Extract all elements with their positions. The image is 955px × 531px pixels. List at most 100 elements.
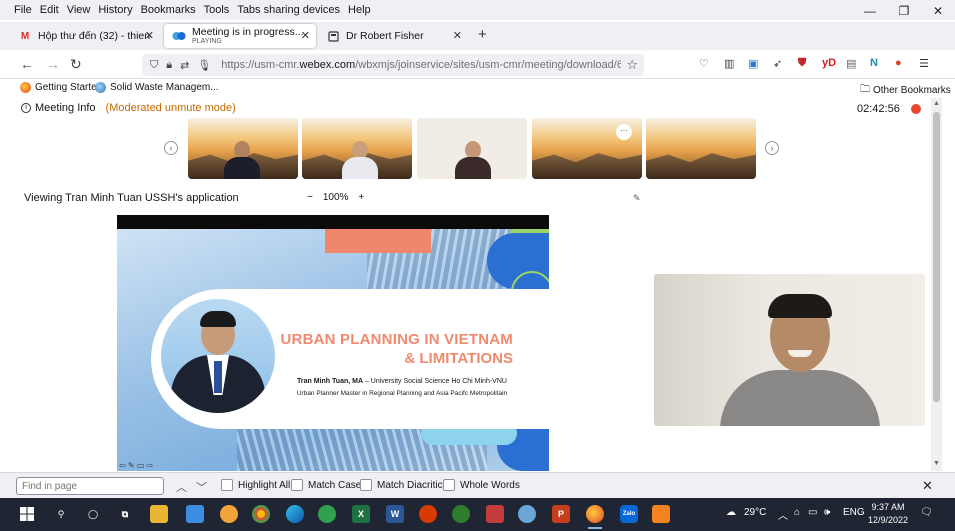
bookmark-solid-waste[interactable]: Solid Waste Managem... (95, 82, 219, 93)
menu-icon[interactable]: ☰ (919, 57, 929, 70)
chevron-right-icon[interactable]: › (765, 141, 779, 155)
microphone-icon[interactable]: 🎙︎ (197, 59, 211, 72)
menu-tools[interactable]: Tools (204, 4, 230, 16)
app-icon[interactable] (452, 505, 470, 523)
participant-video[interactable] (302, 118, 412, 179)
ext-red-icon[interactable]: ● (895, 57, 902, 69)
url-text[interactable]: https://usm-cmr.webex.com/wbxmjs/joinser… (221, 59, 621, 71)
chrome-icon[interactable] (252, 505, 270, 523)
taskbar: ⚲ ◯ ⧉ X W P Zalo ☁ 29°C ︿ ⌂ ▭ 🕪︎ ENG 9:3… (0, 498, 955, 531)
menu-file[interactable]: File (14, 4, 32, 16)
task-view-icon[interactable]: ⧉ (116, 505, 134, 523)
menu-bookmarks[interactable]: Bookmarks (141, 4, 196, 16)
app-icon[interactable] (486, 505, 504, 523)
language-indicator[interactable]: ENG (843, 507, 865, 518)
clock-date: 12/9/2022 (868, 515, 909, 525)
participant-video[interactable] (417, 118, 527, 179)
match-case-checkbox[interactable]: Match Case (291, 479, 361, 491)
edge-dev-icon[interactable] (318, 505, 336, 523)
annotate-icon[interactable]: ✎ (633, 193, 641, 204)
yd-icon[interactable]: yD (822, 57, 836, 69)
meeting-info[interactable]: i Meeting Info (Moderated unmute mode) (21, 102, 236, 114)
app-icon[interactable] (220, 505, 238, 523)
recording-icon[interactable] (911, 104, 921, 114)
n-icon[interactable]: N (870, 57, 878, 69)
menu-view[interactable]: View (67, 4, 91, 16)
tab-robert-fisher[interactable]: Dr Robert Fisher ✕ (318, 24, 468, 48)
forward-button[interactable]: → (46, 56, 60, 72)
participant-video[interactable] (646, 118, 756, 179)
bookmark-star-icon[interactable]: ☆ (626, 57, 638, 73)
search-icon[interactable]: ⚲ (52, 505, 70, 523)
menu-history[interactable]: History (98, 4, 132, 16)
ext-bird-icon[interactable]: ➶ (773, 57, 782, 70)
library-icon[interactable]: ▥ (724, 57, 734, 70)
usb-icon[interactable]: ⌂ (794, 507, 800, 518)
store-icon[interactable] (186, 505, 204, 523)
tab-label: Hộp thư đến (32) - thienhuong (38, 30, 150, 42)
excel-icon[interactable]: X (352, 505, 370, 523)
tray-chevron-icon[interactable]: ︿ (778, 507, 788, 522)
firefox-icon[interactable] (586, 505, 604, 529)
windows-start-icon[interactable] (18, 505, 36, 523)
minimize-button[interactable]: — (853, 0, 887, 22)
match-diacritics-checkbox[interactable]: Match Diacritics (360, 479, 448, 491)
participant-video[interactable] (188, 118, 298, 179)
find-input[interactable] (16, 477, 164, 495)
app-icon[interactable] (518, 505, 536, 523)
more-options-icon[interactable]: ··· (616, 124, 632, 140)
tab-webex[interactable]: Meeting is in progress... PLAYING ✕ (164, 24, 316, 48)
ublock-icon[interactable]: ⛊ (798, 57, 806, 70)
zoom-in-button[interactable]: + (358, 192, 364, 203)
pocket-icon[interactable]: ♡ (699, 57, 709, 70)
clock[interactable]: 9:37 AM 12/9/2022 (868, 501, 908, 527)
whole-words-checkbox[interactable]: Whole Words (443, 479, 520, 491)
permissions-icon[interactable]: ⇄ (180, 59, 189, 72)
close-find-icon[interactable]: ✕ (922, 478, 933, 494)
lock-icon[interactable]: 🔒︎ (166, 59, 172, 72)
close-tab-icon[interactable]: ✕ (453, 29, 462, 42)
notifications-icon[interactable]: 🗨︎ (920, 507, 933, 518)
bookmark-getting-started[interactable]: Getting Started (20, 82, 102, 93)
reader-icon[interactable]: ▤ (846, 57, 856, 70)
new-tab-button[interactable]: + (478, 26, 487, 43)
weather-temp[interactable]: 29°C (744, 507, 766, 518)
slide-controls[interactable]: ⇦ ✎ ▭ ⇨ (119, 461, 153, 470)
sidebar-icon[interactable]: ▣ (748, 57, 758, 70)
zoom-out-button[interactable]: − (307, 192, 313, 203)
weather-icon[interactable]: ☁ (726, 507, 736, 518)
find-previous-icon[interactable]: ︿ (176, 479, 187, 495)
reload-button[interactable]: ↻ (70, 56, 82, 73)
close-tab-icon[interactable]: ✕ (301, 29, 310, 42)
chevron-left-icon[interactable]: ‹ (164, 141, 178, 155)
tab-gmail[interactable]: M Hộp thư đến (32) - thienhuong ✕ (10, 24, 160, 48)
vertical-scrollbar[interactable]: ▲ ▼ (931, 98, 942, 471)
app-icon[interactable] (419, 505, 437, 523)
back-button[interactable]: ← (20, 56, 34, 72)
menu-help[interactable]: Help (348, 4, 371, 16)
file-explorer-icon[interactable] (150, 505, 168, 523)
meeting-info-label: Meeting Info (35, 102, 96, 114)
powerpoint-icon[interactable]: P (552, 505, 570, 523)
menu-edit[interactable]: Edit (40, 4, 59, 16)
find-bar: ︿ ﹀ Highlight All Match Case Match Diacr… (0, 472, 955, 498)
edge-icon[interactable] (286, 505, 304, 523)
zalo-icon[interactable]: Zalo (620, 505, 638, 523)
highlight-all-checkbox[interactable]: Highlight All (221, 479, 290, 491)
webex-meeting: i Meeting Info (Moderated unmute mode) 0… (11, 98, 942, 471)
participant-video[interactable]: ··· (532, 118, 642, 179)
app-icon[interactable] (652, 505, 670, 523)
cortana-icon[interactable]: ◯ (84, 505, 102, 523)
menu-tabs-sharing[interactable]: Tabs sharing devices (237, 4, 340, 16)
other-bookmarks[interactable]: 🗀 Other Bookmarks (860, 82, 951, 99)
close-window-button[interactable]: ✕ (921, 0, 955, 22)
restore-button[interactable]: ❐ (887, 0, 921, 22)
word-icon[interactable]: W (386, 505, 404, 523)
active-speaker-video[interactable] (654, 274, 925, 426)
url-bar[interactable]: ⛉ 🔒︎ ⇄ 🎙︎ https://usm-cmr.webex.com/wbxm… (142, 54, 644, 76)
volume-icon[interactable]: 🕪︎ (824, 507, 830, 518)
shield-icon[interactable]: ⛉ (150, 59, 158, 72)
close-tab-icon[interactable]: ✕ (145, 29, 154, 42)
network-icon[interactable]: ▭ (808, 507, 817, 518)
find-next-icon[interactable]: ﹀ (196, 479, 207, 495)
